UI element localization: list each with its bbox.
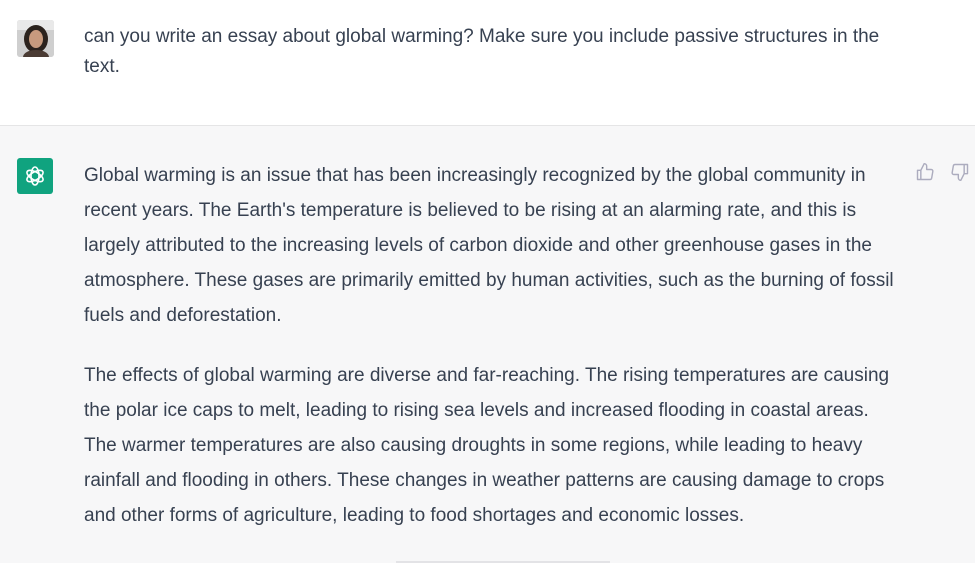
assistant-message-text: Global warming is an issue that has been… [84, 158, 904, 558]
assistant-avatar [17, 158, 53, 194]
thumbs-down-button[interactable] [949, 161, 971, 183]
assistant-message-row: Global warming is an issue that has been… [0, 126, 975, 563]
assistant-paragraph-1: Global warming is an issue that has been… [84, 165, 894, 326]
thumbs-up-icon [916, 162, 934, 181]
thumbs-down-icon [951, 163, 969, 182]
assistant-paragraph-2: The effects of global warming are divers… [84, 365, 890, 526]
openai-logo-icon [26, 166, 44, 186]
user-avatar [17, 20, 54, 57]
user-avatar-photo-icon [17, 20, 54, 57]
user-message-text: can you write an essay about global warm… [84, 26, 880, 77]
user-message-row: can you write an essay about global warm… [0, 0, 975, 126]
thumbs-up-button[interactable] [914, 161, 936, 183]
